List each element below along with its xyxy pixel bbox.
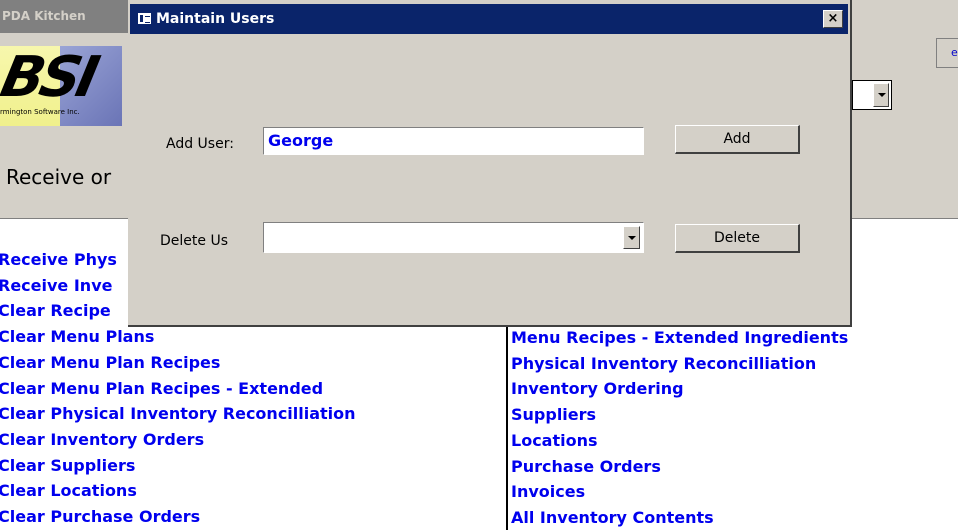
link-item[interactable]: Suppliers bbox=[511, 402, 848, 428]
right-link-list: Menu Recipes - Extended Ingredients Physi… bbox=[511, 325, 848, 531]
link-item[interactable]: Clear Physical Inventory Reconcilliation bbox=[0, 401, 356, 427]
delete-button[interactable]: Delete bbox=[675, 224, 800, 253]
logo-text: BSI bbox=[0, 46, 101, 110]
logo-subtext: rmington Software Inc. bbox=[0, 108, 80, 116]
chevron-down-icon[interactable] bbox=[623, 226, 640, 249]
chevron-down-icon[interactable] bbox=[873, 83, 889, 107]
link-item[interactable]: Clear Menu Plan Recipes bbox=[0, 350, 356, 376]
link-item[interactable]: Clear Purchase Orders bbox=[0, 504, 356, 530]
column-divider bbox=[506, 325, 508, 530]
link-item[interactable]: Clear Menu Plan Recipes - Extended bbox=[0, 376, 356, 402]
add-button[interactable]: Add bbox=[675, 125, 800, 154]
background-button[interactable]: e bbox=[936, 38, 958, 68]
close-button[interactable]: × bbox=[823, 10, 843, 28]
dialog-title: Maintain Users bbox=[156, 11, 275, 27]
background-window-title: PDA Kitchen bbox=[0, 0, 130, 33]
receive-heading: Receive or bbox=[6, 165, 112, 189]
link-item[interactable]: Physical Inventory Reconcilliation bbox=[511, 351, 848, 377]
form-icon bbox=[138, 13, 151, 24]
dialog-titlebar[interactable]: Maintain Users × bbox=[130, 4, 848, 34]
link-item[interactable]: Clear Inventory Orders bbox=[0, 427, 356, 453]
link-item[interactable]: Purchase Orders bbox=[511, 454, 848, 480]
bsi-logo: BSI rmington Software Inc. bbox=[0, 46, 122, 126]
link-item[interactable]: Clear Locations bbox=[0, 478, 356, 504]
add-user-input[interactable]: George bbox=[263, 127, 644, 155]
add-user-label: Add User: bbox=[166, 136, 234, 152]
delete-user-label: Delete Us bbox=[160, 233, 228, 249]
maintain-users-dialog: Maintain Users × Add User: George Add De… bbox=[128, 0, 852, 327]
delete-user-dropdown[interactable] bbox=[263, 222, 644, 253]
link-item[interactable]: Clear Suppliers bbox=[0, 453, 356, 479]
link-item[interactable]: Inventory Ordering bbox=[511, 376, 848, 402]
background-dropdown[interactable] bbox=[852, 80, 892, 110]
link-item[interactable]: Locations bbox=[511, 428, 848, 454]
link-item[interactable]: Menu Recipes - Extended Ingredients bbox=[511, 325, 848, 351]
link-item[interactable]: Invoices bbox=[511, 479, 848, 505]
link-item[interactable]: Clear Menu Plans bbox=[0, 324, 356, 350]
